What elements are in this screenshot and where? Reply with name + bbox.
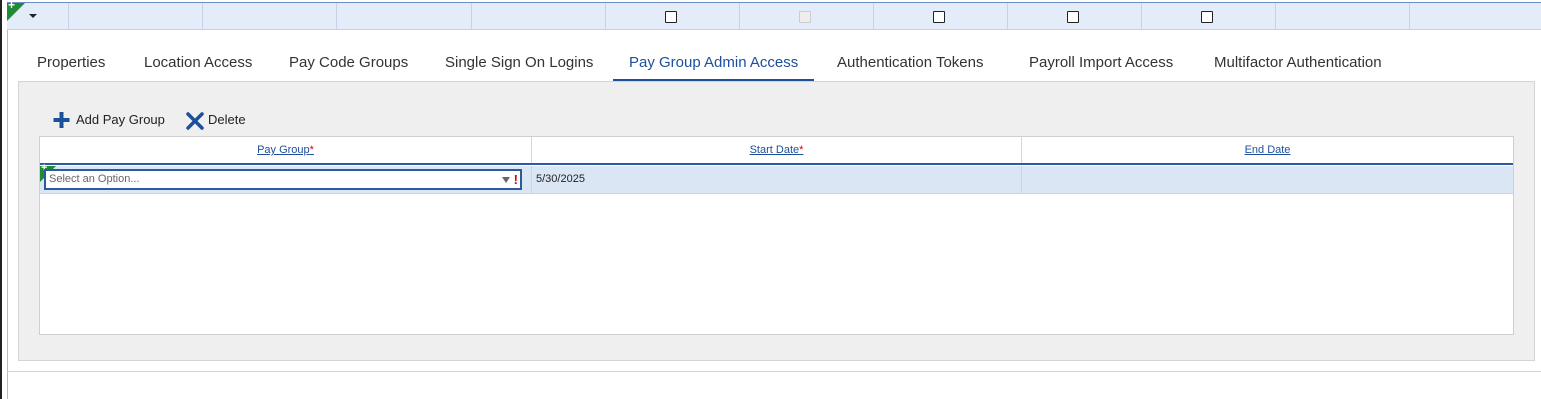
checkbox[interactable] xyxy=(933,11,945,23)
grid-cell[interactable] xyxy=(1410,3,1541,30)
grid-cell[interactable] xyxy=(606,3,740,30)
grid-cell[interactable] xyxy=(69,3,203,30)
delete-x-icon xyxy=(186,112,204,130)
delete-button[interactable]: Delete xyxy=(186,110,248,130)
checkbox[interactable] xyxy=(1201,11,1213,23)
column-header-pay-group[interactable]: Pay Group* xyxy=(40,137,532,163)
tab-multifactor-authentication[interactable]: Multifactor Authentication xyxy=(1214,52,1382,82)
tab-single-sign-on-logins[interactable]: Single Sign On Logins xyxy=(445,52,593,82)
grid-cell[interactable] xyxy=(203,3,337,30)
chevron-down-icon[interactable] xyxy=(502,177,510,183)
pay-group-sort-link[interactable]: Pay Group* xyxy=(257,144,314,156)
end-date-sort-link[interactable]: End Date xyxy=(1245,144,1291,156)
table-row[interactable]: + Select an Option... ! 5/30/2025 xyxy=(40,163,1513,194)
tab-payroll-import-access[interactable]: Payroll Import Access xyxy=(1029,52,1173,82)
pay-group-cell[interactable]: Select an Option... ! xyxy=(40,166,532,193)
parent-grid-new-row[interactable]: + xyxy=(7,0,1541,30)
left-content-rule xyxy=(7,30,8,399)
left-edge-rule xyxy=(0,0,2,399)
checkbox[interactable] xyxy=(665,11,677,23)
grid-cell[interactable] xyxy=(472,3,606,30)
grid-cell[interactable] xyxy=(874,3,1008,30)
column-header-end-date[interactable]: End Date xyxy=(1022,137,1513,163)
start-date-cell[interactable]: 5/30/2025 xyxy=(532,166,1022,193)
tab-pay-code-groups[interactable]: Pay Code Groups xyxy=(289,52,408,82)
start-date-sort-link[interactable]: Start Date* xyxy=(750,144,804,156)
tab-location-access[interactable]: Location Access xyxy=(144,52,252,82)
add-pay-group-label: Add Pay Group xyxy=(76,112,165,127)
tab-authentication-tokens[interactable]: Authentication Tokens xyxy=(837,52,984,82)
grid-cell[interactable] xyxy=(1142,3,1276,30)
tab-pay-group-admin-access[interactable]: Pay Group Admin Access xyxy=(613,52,815,82)
grid-cell[interactable] xyxy=(337,3,472,30)
grid-header: Pay Group* Start Date* End Date xyxy=(40,137,1513,165)
pay-group-placeholder: Select an Option... xyxy=(49,173,140,185)
validation-warning-icon: ! xyxy=(513,172,518,187)
divider xyxy=(7,371,1541,372)
checkbox[interactable] xyxy=(1067,11,1079,23)
grid-cell[interactable] xyxy=(1276,3,1410,30)
delete-label: Delete xyxy=(208,112,246,127)
column-header-start-date[interactable]: Start Date* xyxy=(532,137,1022,163)
grid-cell[interactable] xyxy=(1008,3,1142,30)
end-date-cell[interactable] xyxy=(1022,166,1513,193)
pay-group-select[interactable]: Select an Option... ! xyxy=(44,169,522,190)
grid-cell xyxy=(740,3,874,30)
plus-icon xyxy=(53,112,70,128)
checkbox-disabled xyxy=(799,11,811,23)
pay-group-grid: Pay Group* Start Date* End Date + Select… xyxy=(39,136,1514,335)
add-pay-group-button[interactable]: Add Pay Group xyxy=(53,110,169,130)
row-selector-cell[interactable] xyxy=(7,3,69,30)
tab-properties[interactable]: Properties xyxy=(37,52,105,82)
